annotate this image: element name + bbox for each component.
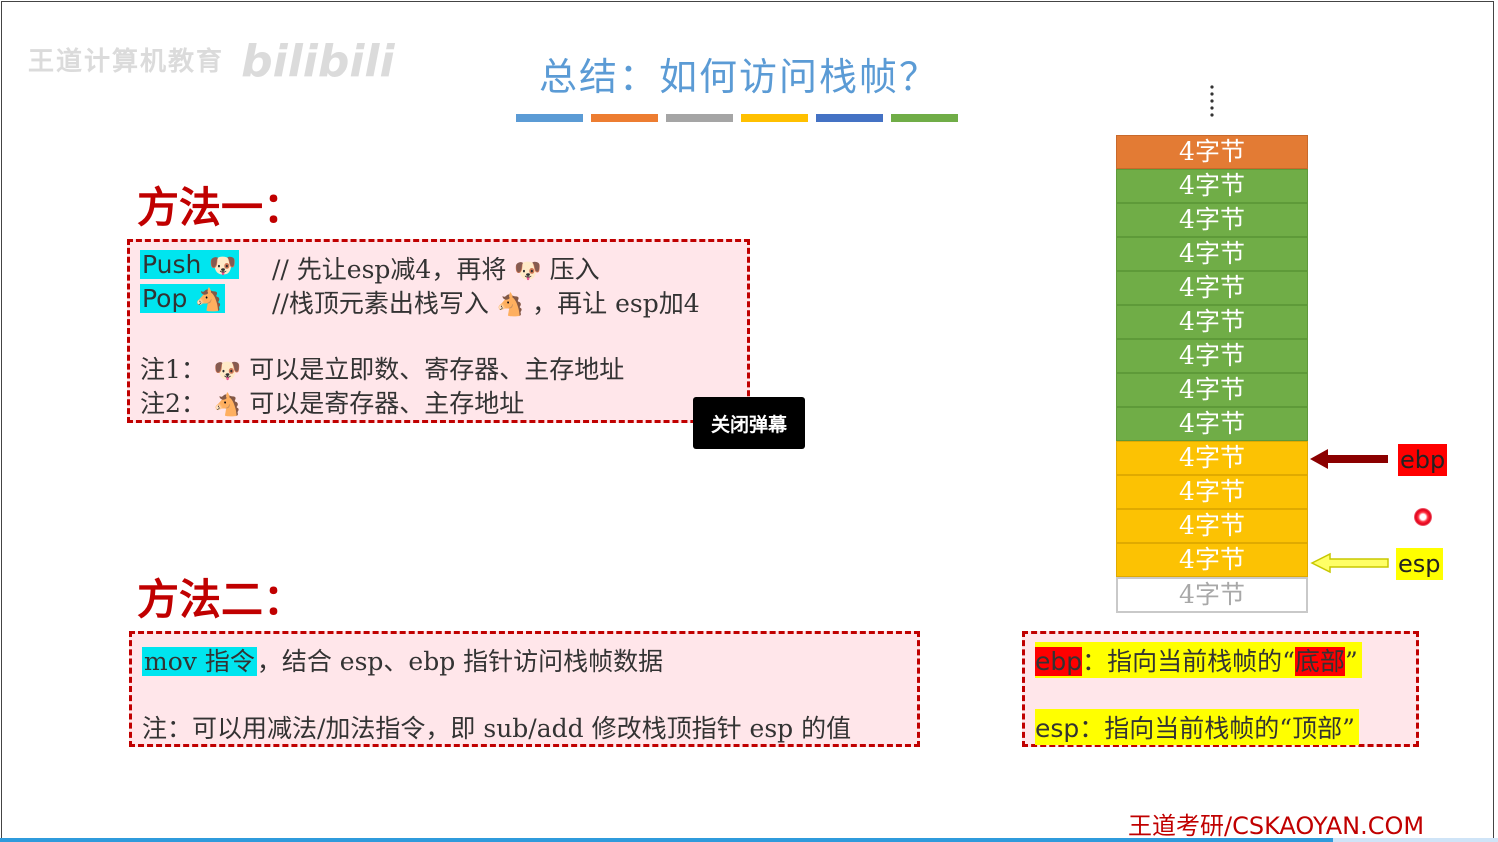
esp-arrow-icon: [1310, 552, 1389, 574]
stack-cell: 4字节: [1116, 339, 1308, 373]
method1-heading: 方法一：: [137, 183, 306, 232]
stack-cell: 4字节: [1116, 135, 1308, 169]
title-color-bar: [591, 114, 658, 122]
ellipsis-icon: [1210, 85, 1214, 117]
method2-note: 注：可以用减法/加法指令，即 sub/add 修改栈顶指针 esp 的值: [142, 714, 852, 743]
title-color-bar: [516, 114, 583, 122]
title-color-bar: [816, 114, 883, 122]
stack-cell: 4字节: [1116, 441, 1308, 475]
stack-cell: 4字节: [1116, 475, 1308, 509]
title-color-bar: [891, 114, 958, 122]
title-color-bar: [666, 114, 733, 122]
horse-icon: 🐴: [195, 288, 223, 313]
stack-cell: 4字节: [1116, 305, 1308, 339]
stack-cell: 4字节: [1116, 509, 1308, 543]
pop-label: Pop 🐴: [140, 284, 225, 313]
video-progress-fill: [0, 838, 1334, 842]
stack-cell: 4字节: [1116, 543, 1308, 577]
dog-icon: 🐶: [209, 254, 237, 279]
stack-cell: 4字节: [1116, 373, 1308, 407]
note1: 注1： 🐶 可以是立即数、寄存器、主存地址: [140, 355, 625, 384]
ebp-note-highlight: 底部: [1294, 647, 1345, 676]
footer-brand: 王道考研/CSKAOYAN.COM: [1128, 812, 1425, 840]
horse-icon: 🐴: [213, 393, 242, 418]
method2-heading: 方法二：: [137, 575, 306, 624]
esp-note-name: esp: [1035, 714, 1080, 743]
esp-pointer-label: esp: [1396, 548, 1443, 580]
stack-cell: 4字节: [1116, 271, 1308, 305]
pop-comment: //栈顶元素出栈写入 🐴 ，再让 esp加4: [272, 289, 700, 318]
ebp-pointer-label: ebp: [1398, 444, 1448, 476]
push-label: Push 🐶: [140, 250, 239, 279]
push-comment: // 先让esp减4，再将 🐶 压入: [272, 255, 600, 284]
stack-frame-diagram: 4字节 4字节 4字节 4字节 4字节 4字节 4字节 4字节 4字节 4字节 4字节 4字节 4字节 4…: [1116, 135, 1308, 613]
note2: 注2： 🐴 可以是寄存器、主存地址: [140, 389, 525, 418]
mov-line: mov 指令，结合 esp、ebp 指针访问栈帧数据: [142, 647, 664, 676]
title-color-bar: [741, 114, 808, 122]
ebp-arrow-icon: [1310, 449, 1388, 469]
mov-label: mov 指令: [142, 647, 257, 676]
stack-cell: 4字节: [1116, 407, 1308, 441]
method1-box: Push 🐶 // 先让esp减4，再将 🐶 压入 Pop 🐴 //栈顶元素出栈…: [127, 239, 750, 423]
esp-note: esp：指向当前栈帧的“顶部”: [1035, 709, 1359, 745]
pointer-notes-box: ebp：指向当前栈帧的“底部” esp：指向当前栈帧的“顶部”: [1022, 631, 1419, 747]
horse-icon: 🐴: [496, 293, 525, 318]
stack-cell: 4字节: [1116, 169, 1308, 203]
dog-icon: 🐶: [514, 259, 542, 284]
ebp-note-name: ebp: [1035, 647, 1083, 676]
laser-pointer-icon: [1414, 508, 1432, 526]
ebp-note: ebp：指向当前栈帧的“底部”: [1035, 642, 1362, 678]
stack-cell: 4字节: [1116, 237, 1308, 271]
video-progress-bar[interactable]: [0, 838, 1498, 842]
stack-cell: 4字节: [1116, 203, 1308, 237]
method2-box: mov 指令，结合 esp、ebp 指针访问栈帧数据 注：可以用减法/加法指令，…: [129, 631, 920, 747]
dog-icon: 🐶: [213, 359, 242, 384]
stack-cell: 4字节: [1116, 577, 1308, 613]
slide-title: 总结：如何访问栈帧？: [538, 55, 939, 99]
close-danmaku-button[interactable]: 关闭弹幕: [693, 397, 805, 449]
